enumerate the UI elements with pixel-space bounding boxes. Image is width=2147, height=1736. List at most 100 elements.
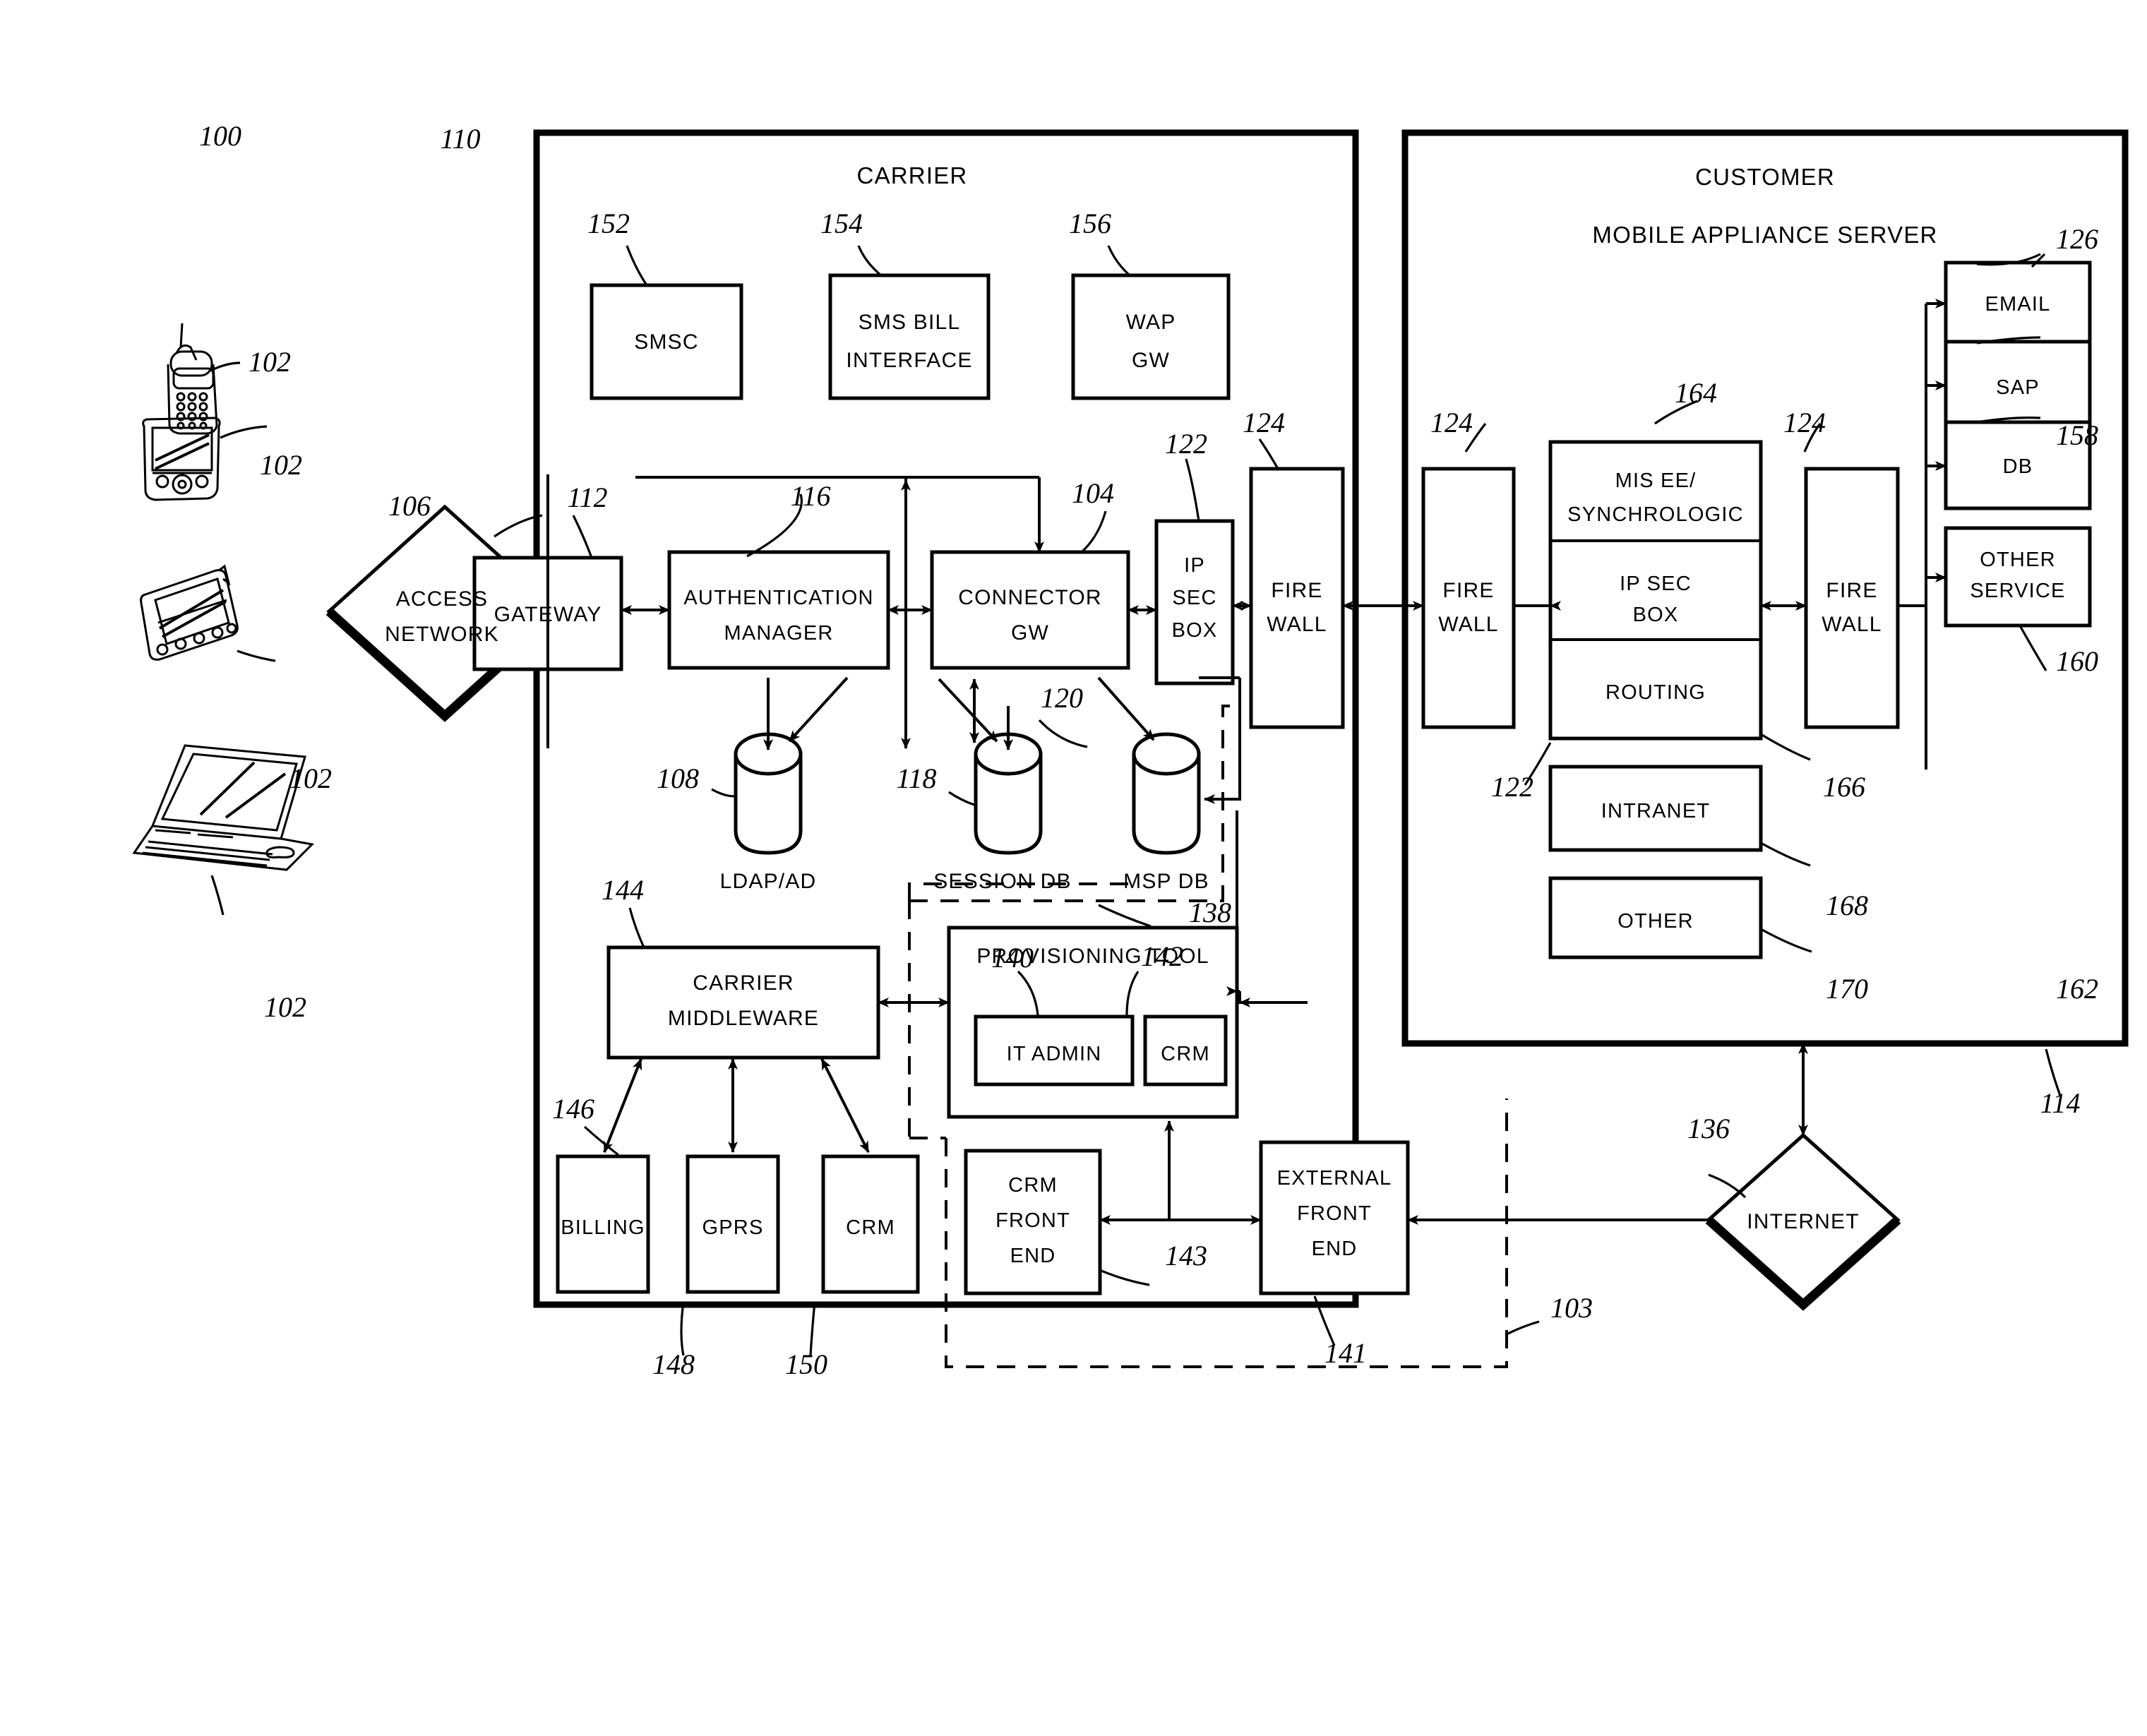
ref-162b: 162 [2056, 973, 2098, 1005]
wap-gw-label-2: GW [1132, 349, 1170, 372]
gateway-label: GATEWAY [494, 603, 602, 626]
ref-100: 100 [199, 120, 241, 152]
connector-gw-label-1: CONNECTOR [958, 586, 1102, 609]
firewall-customer-left-1: FIRE [1442, 579, 1494, 602]
email-label: EMAIL [1985, 293, 2050, 316]
ref-170: 170 [1826, 973, 1868, 1005]
crm-label: CRM [846, 1216, 895, 1239]
it-admin-label: IT ADMIN [1007, 1043, 1102, 1065]
sms-bill-label-1: SMS BILL [859, 311, 961, 334]
external-front-end-2: FRONT [1297, 1202, 1372, 1225]
carrier-title: CARRIER [857, 162, 968, 188]
ref-118: 118 [896, 762, 936, 794]
ref-154: 154 [820, 208, 863, 239]
auth-manager-label-1: AUTHENTICATION [683, 587, 873, 609]
firewall-carrier-label-1: FIRE [1271, 579, 1322, 602]
sap-label: SAP [1996, 376, 2040, 399]
ref-103: 103 [1550, 1292, 1593, 1324]
carrier-middleware-label-1: CARRIER [693, 971, 794, 995]
ref-120: 120 [1041, 682, 1083, 714]
customer-title-1: CUSTOMER [1695, 164, 1835, 190]
ref-150: 150 [785, 1348, 827, 1380]
ipsec-customer-2: BOX [1633, 604, 1679, 626]
ref-104: 104 [1072, 477, 1114, 509]
mis-ee-label-2: SYNCHROLOGIC [1567, 503, 1744, 526]
ref-102d: 102 [264, 991, 306, 1023]
session-db-label: SESSION DB [933, 870, 1071, 893]
db-label: DB [2003, 455, 2033, 478]
ipsec-label-3: BOX [1172, 619, 1218, 642]
smsc-label: SMSC [634, 330, 698, 354]
firewall-customer-right-2: WALL [1822, 613, 1882, 636]
ref-126: 126 [2056, 223, 2098, 255]
session-db-cylinder [974, 732, 1043, 855]
routing-label: ROUTING [1605, 681, 1706, 704]
ref-136: 136 [1687, 1113, 1730, 1144]
other-service-2: SERVICE [1970, 580, 2065, 602]
access-network-label-2: NETWORK [385, 623, 499, 646]
laptop-icon [132, 744, 315, 871]
sms-bill-interface-box [828, 273, 991, 400]
ref-112: 112 [567, 481, 607, 513]
ref-156: 156 [1069, 208, 1111, 239]
crm-front-end-3: END [1010, 1245, 1056, 1267]
ref-110: 110 [440, 123, 480, 155]
ref-160b: 160 [2056, 645, 2098, 677]
ref-158b: 158 [2056, 419, 2098, 451]
ref-122a: 122 [1165, 428, 1207, 460]
ref-146: 146 [552, 1093, 594, 1125]
cellphone-icon [167, 323, 218, 435]
firewall-customer-right-1: FIRE [1826, 579, 1877, 602]
crm-inner-label: CRM [1161, 1043, 1210, 1065]
msp-db-cylinder [1132, 732, 1201, 855]
ref-122b: 122 [1491, 771, 1533, 803]
auth-manager-label-2: MANAGER [724, 622, 833, 645]
customer-title-2: MOBILE APPLIANCE SERVER [1592, 222, 1937, 248]
billing-label: BILLING [561, 1216, 645, 1239]
other-service-1: OTHER [1980, 549, 2056, 571]
ref-141: 141 [1324, 1337, 1367, 1369]
intranet-label: INTRANET [1601, 800, 1711, 822]
ref-124a: 124 [1243, 407, 1285, 438]
wap-gw-label-1: WAP [1126, 311, 1176, 334]
mis-ee-label-1: MIS EE/ [1615, 469, 1697, 492]
patent-figure: CARRIER CUSTOMER MOBILE APPLIANCE SERVER… [0, 0, 2147, 1736]
ref-102a: 102 [249, 346, 291, 378]
authentication-manager-box [667, 550, 890, 670]
ref-108: 108 [657, 762, 699, 794]
connector-gw-label-2: GW [1011, 621, 1049, 645]
handheld-icon [140, 564, 239, 661]
ref-138: 138 [1189, 897, 1231, 928]
sms-bill-label-2: INTERFACE [846, 349, 972, 372]
ref-168: 168 [1826, 890, 1868, 921]
ref-116: 116 [790, 480, 830, 512]
ref-114: 114 [2040, 1087, 2080, 1119]
ipsec-label-2: SEC [1172, 587, 1216, 609]
ldap-ad-cylinder [734, 732, 803, 855]
ref-124b: 124 [1430, 407, 1473, 438]
ldap-ad-label: LDAP/AD [720, 870, 817, 893]
firewall-carrier-label-2: WALL [1267, 613, 1327, 636]
connector-gw-box [930, 550, 1130, 670]
ref-124c: 124 [1783, 407, 1826, 438]
gprs-label: GPRS [702, 1216, 764, 1239]
ref-143: 143 [1165, 1240, 1207, 1271]
ref-140: 140 [991, 942, 1034, 974]
crm-front-end-2: FRONT [995, 1209, 1070, 1232]
ref-152: 152 [587, 208, 630, 239]
ref-106: 106 [388, 490, 431, 522]
ref-164: 164 [1675, 377, 1717, 409]
carrier-middleware-label-2: MIDDLEWARE [668, 1007, 819, 1030]
wap-gw-box [1071, 273, 1231, 400]
ref-144: 144 [602, 874, 644, 906]
carrier-middleware-box [606, 945, 880, 1060]
access-network-label-1: ACCESS [396, 587, 489, 611]
other-service-box [1944, 526, 2092, 628]
firewall-customer-left-2: WALL [1438, 613, 1498, 636]
ipsec-label-1: IP [1184, 554, 1205, 577]
ref-142: 142 [1141, 940, 1183, 972]
internet-label: INTERNET [1747, 1210, 1860, 1233]
ref-102c: 102 [289, 762, 332, 794]
crm-front-end-1: CRM [1008, 1174, 1058, 1197]
external-front-end-3: END [1312, 1238, 1358, 1260]
